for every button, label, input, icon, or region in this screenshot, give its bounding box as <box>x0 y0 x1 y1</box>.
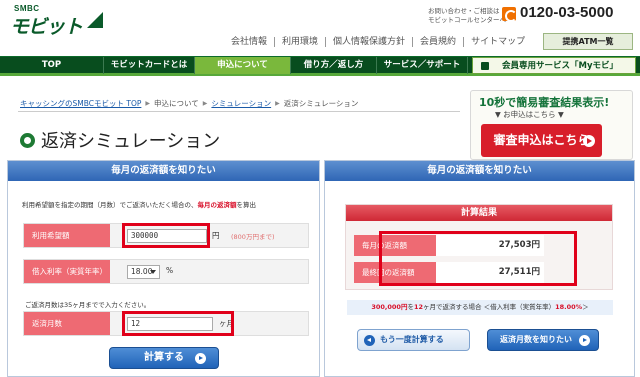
breadcrumb: キャッシングのSMBCモビット TOP ▶ 申込について ▶ シミュレーション … <box>20 98 358 109</box>
summary-amount: 300,000円 <box>371 303 408 311</box>
panel-title: 毎月の返済額を知りたい <box>325 161 634 181</box>
amount-label: 利用希望額 <box>24 224 110 247</box>
site-header: SMBC モビット お問い合わせ・ご相談は モビットコールセンターへ 0120-… <box>0 0 640 56</box>
arrow-left-icon <box>364 335 375 346</box>
contact-note: お問い合わせ・ご相談は モビットコールセンターへ <box>428 7 506 24</box>
summary-months: 12 <box>413 303 423 311</box>
chevron-down-icon <box>150 270 156 274</box>
description-suffix: を算出 <box>236 201 257 209</box>
recalculate-button[interactable]: もう一度計算する <box>357 329 470 351</box>
repayment-months-button-label: 返済月数を知りたい <box>500 335 572 344</box>
nav-item-application[interactable]: 申込について <box>195 57 291 74</box>
nav-item-about-card[interactable]: モビットカードとは <box>104 57 195 74</box>
divider <box>18 111 460 112</box>
nav-item-borrow-repay[interactable]: 借り方／返し方 <box>291 57 377 74</box>
breadcrumb-separator-icon: ▶ <box>202 100 208 107</box>
amount-hint: (800万円まで) <box>231 233 275 241</box>
util-link-privacy[interactable]: 個人情報保護方針 <box>325 37 412 47</box>
description-text: 利用希望額を指定の期間（月数）でご返済いただく場合の、 <box>22 201 198 209</box>
form-description: 利用希望額を指定の期間（月数）でご返済いただく場合の、毎月の返済額を算出 <box>22 199 256 209</box>
result-highlight <box>379 231 577 286</box>
page-title: 返済シミュレーション <box>41 131 221 152</box>
summary-text-2: ヶ月で返済する場合 ＜借入利率（実質年率） <box>423 303 556 311</box>
months-label: 返済月数 <box>24 312 110 335</box>
nav-item-service-support[interactable]: サービス／サポート <box>377 57 468 74</box>
breadcrumb-separator-icon: ▶ <box>275 100 280 107</box>
result-summary: 300,000円を12ヶ月で返済する場合 ＜借入利率（実質年率）18.00%＞ <box>347 300 613 315</box>
main-nav: TOP モビットカードとは 申込について 借り方／返し方 サービス／サポート 会… <box>0 56 640 76</box>
breadcrumb-current: 返済シミュレーション <box>283 99 359 108</box>
monthly-payment-form-panel: 毎月の返済額を知りたい 利用希望額を指定の期間（月数）でご返済いただく場合の、毎… <box>7 160 320 377</box>
site-logo[interactable]: モビット <box>10 12 83 39</box>
summary-end: ＞ <box>582 303 589 311</box>
result-panel: 毎月の返済額を知りたい 計算結果 毎月の返済額 27,503円 最終回の返済額 … <box>324 160 635 377</box>
rate-select[interactable]: 18.00 <box>127 265 160 279</box>
atm-list-button[interactable]: 提携ATM一覧 <box>543 33 633 50</box>
breadcrumb-application: 申込について <box>154 99 199 108</box>
description-highlight: 毎月の返済額 <box>197 201 237 209</box>
rate-row: 借入利率（実質年率） 18.00 % <box>23 259 309 284</box>
util-link-terms[interactable]: 会員規約 <box>412 37 463 47</box>
months-note: ご返済月数は35ヶ月までで入力ください。 <box>25 301 151 309</box>
logo-mark-icon <box>87 12 103 28</box>
amount-highlight <box>122 223 210 248</box>
util-link-sitemap[interactable]: サイトマップ <box>463 37 532 47</box>
summary-rate: 18.00% <box>555 303 583 311</box>
recalculate-button-label: もう一度計算する <box>380 335 444 344</box>
calculate-button-label: 計算する <box>144 352 184 363</box>
page-title-wrap: 返済シミュレーション <box>20 127 220 153</box>
title-bullet-icon <box>20 132 35 148</box>
rate-label: 借入利率（実質年率） <box>24 260 110 283</box>
arrow-right-icon <box>195 353 206 364</box>
arrow-right-icon <box>583 135 595 147</box>
amount-unit: 円 <box>212 231 220 240</box>
arrow-right-icon <box>579 335 590 346</box>
nav-item-top[interactable]: TOP <box>0 57 104 74</box>
phone-number: 0120-03-5000 <box>520 4 614 21</box>
breadcrumb-top[interactable]: キャッシングのSMBCモビット TOP <box>20 98 141 109</box>
panel-title: 毎月の返済額を知りたい <box>8 161 319 181</box>
calculate-button[interactable]: 計算する <box>109 347 219 369</box>
util-link-environment[interactable]: 利用環境 <box>274 37 325 47</box>
nav-item-my-mobi[interactable]: 会員専用サービス「Myモビ」 <box>472 57 636 74</box>
breadcrumb-simulation[interactable]: シミュレーション <box>211 98 271 109</box>
util-link-company[interactable]: 会社情報 <box>224 37 274 47</box>
months-highlight <box>122 311 234 336</box>
promo-sub: ▼ お申込はこちら ▼ <box>495 110 564 119</box>
result-title: 計算結果 <box>346 205 612 221</box>
utility-links: 会社情報 利用環境 個人情報保護方針 会員規約 サイトマップ <box>224 37 532 47</box>
promo-headline: 10秒で簡易審査結果表示! <box>479 96 610 109</box>
promo-box: 10秒で簡易審査結果表示! ▼ お申込はこちら ▼ 審査申込はこちら <box>470 90 633 160</box>
phone-icon <box>502 7 517 22</box>
repayment-months-button[interactable]: 返済月数を知りたい <box>487 329 599 351</box>
breadcrumb-separator-icon: ▶ <box>145 100 150 107</box>
rate-unit: % <box>166 266 174 275</box>
